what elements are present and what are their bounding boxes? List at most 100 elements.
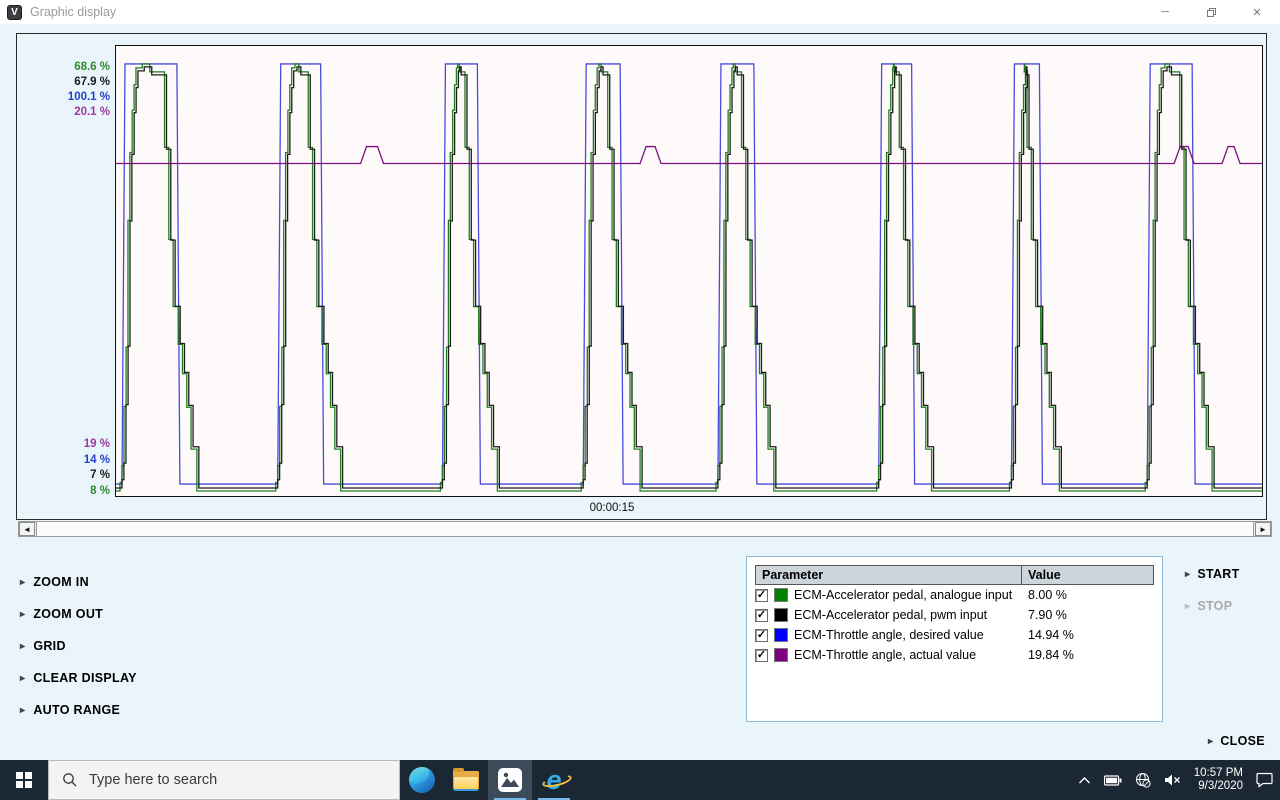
trace-color-swatch xyxy=(774,628,788,642)
table-header-row: Parameter Value xyxy=(755,565,1154,585)
start-button[interactable]: ▸ START xyxy=(1185,567,1240,581)
zoom-out-button[interactable]: ▸ ZOOM OUT xyxy=(20,598,137,630)
auto-range-label: AUTO RANGE xyxy=(33,703,121,717)
photos-app-icon xyxy=(498,768,522,792)
table-row: ✓ ECM-Accelerator pedal, analogue input … xyxy=(755,585,1154,605)
parameter-name: ECM-Accelerator pedal, pwm input xyxy=(794,608,988,622)
y-label: 7 % xyxy=(90,469,110,481)
y-label: 100.1 % xyxy=(67,91,110,103)
battery-icon[interactable] xyxy=(1103,774,1122,786)
taskbar-active-app-button[interactable] xyxy=(488,760,532,800)
trace-color-swatch xyxy=(774,588,788,602)
volume-muted-icon[interactable] xyxy=(1164,773,1181,787)
scroll-left-button[interactable]: ◄ xyxy=(19,522,35,536)
y-label: 8 % xyxy=(90,484,110,497)
trace-chart xyxy=(116,63,1262,492)
taskbar-edge-button[interactable] xyxy=(400,760,444,800)
menu-arrow-icon: ▸ xyxy=(1185,568,1191,580)
restore-icon xyxy=(1206,7,1216,17)
grid-button[interactable]: ▸ GRID xyxy=(20,630,137,662)
parameter-cell: ✓ ECM-Throttle angle, desired value xyxy=(755,628,1022,642)
parameter-cell: ✓ ECM-Throttle angle, actual value xyxy=(755,648,1022,662)
header-parameter: Parameter xyxy=(762,568,824,582)
menu-arrow-icon: ▸ xyxy=(20,672,26,684)
trace-checkbox[interactable]: ✓ xyxy=(755,608,768,622)
trace-checkbox[interactable]: ✓ xyxy=(755,648,768,662)
title-bar: V Graphic display ─ ✕ xyxy=(0,0,1280,24)
taskbar-file-explorer-button[interactable] xyxy=(444,760,488,800)
zoom-in-label: ZOOM IN xyxy=(33,575,89,589)
parameter-value: 7.90 % xyxy=(1028,608,1067,622)
taskbar-search-box[interactable] xyxy=(48,760,400,800)
stop-button-disabled: ▸ STOP xyxy=(1185,599,1232,613)
menu-arrow-icon: ▸ xyxy=(20,640,26,652)
table-row: ✓ ECM-Throttle angle, desired value 14.9… xyxy=(755,625,1154,645)
scroll-right-icon: ► xyxy=(1259,524,1267,534)
close-window-button[interactable]: ✕ xyxy=(1234,0,1280,24)
app-logo-icon: V xyxy=(7,4,22,20)
main-content: 68.6 % 67.9 % 100.1 % 20.1 % 19 % 14 % 7… xyxy=(0,24,1280,760)
scroll-right-button[interactable]: ► xyxy=(1255,522,1271,536)
scrollbar-thumb[interactable] xyxy=(36,522,1254,536)
y-label: 20.1 % xyxy=(74,106,110,118)
parameter-table: Parameter Value ✓ ECM-Accelerator pedal,… xyxy=(746,556,1163,722)
taskbar: e 10:57 PM 9/3/2020 xyxy=(0,760,1280,800)
parameter-name: ECM-Throttle angle, desired value xyxy=(794,628,984,642)
y-label: 67.9 % xyxy=(74,76,110,88)
start-menu-button[interactable] xyxy=(0,760,48,800)
tray-date: 9/3/2020 xyxy=(1198,780,1243,792)
chart-menu: ▸ ZOOM IN ▸ ZOOM OUT ▸ GRID ▸ CLEAR DISP… xyxy=(20,566,137,726)
menu-arrow-icon: ▸ xyxy=(20,576,26,588)
minimize-button[interactable]: ─ xyxy=(1142,0,1188,24)
table-row: ✓ ECM-Throttle angle, actual value 19.84… xyxy=(755,645,1154,665)
close-label: CLOSE xyxy=(1220,734,1265,748)
start-label: START xyxy=(1197,567,1240,581)
trace-line-1 xyxy=(116,63,1262,492)
zoom-in-button[interactable]: ▸ ZOOM IN xyxy=(20,566,137,598)
edge-browser-icon xyxy=(409,767,435,793)
grid-label: GRID xyxy=(33,639,66,653)
x-axis-time-label: 00:00:15 xyxy=(589,502,635,514)
tray-chevron-up-icon[interactable] xyxy=(1078,776,1091,785)
parameter-cell: ✓ ECM-Accelerator pedal, pwm input xyxy=(755,608,1022,622)
clear-display-button[interactable]: ▸ CLEAR DISPLAY xyxy=(20,662,137,694)
search-icon xyxy=(63,773,77,787)
menu-arrow-icon: ▸ xyxy=(20,608,26,620)
plot-area xyxy=(115,45,1263,497)
parameter-cell: ✓ ECM-Accelerator pedal, analogue input xyxy=(755,588,1022,602)
restore-button[interactable] xyxy=(1188,0,1234,24)
internet-explorer-icon: e xyxy=(541,767,574,794)
window-title: Graphic display xyxy=(30,5,117,19)
y-axis-max-labels: 68.6 % 67.9 % 100.1 % 20.1 % xyxy=(30,60,110,120)
trace-color-swatch xyxy=(774,648,788,662)
network-globe-no-internet-icon[interactable] xyxy=(1135,772,1151,788)
windows-logo-icon xyxy=(16,772,32,788)
search-input[interactable] xyxy=(89,772,369,788)
minimize-icon: ─ xyxy=(1161,6,1169,18)
scrollbar-track[interactable] xyxy=(35,522,1255,536)
y-label: 14 % xyxy=(83,453,110,466)
parameter-value: 14.94 % xyxy=(1028,628,1074,642)
trace-checkbox[interactable]: ✓ xyxy=(755,628,768,642)
zoom-out-label: ZOOM OUT xyxy=(33,607,104,621)
auto-range-button[interactable]: ▸ AUTO RANGE xyxy=(20,694,137,726)
parameter-name: ECM-Accelerator pedal, analogue input xyxy=(794,588,1013,602)
tray-clock[interactable]: 10:57 PM 9/3/2020 xyxy=(1194,767,1243,793)
parameter-value: 8.00 % xyxy=(1028,588,1067,602)
stop-label: STOP xyxy=(1197,599,1233,613)
y-axis-min-labels: 19 % 14 % 7 % 8 % xyxy=(30,437,110,499)
close-window-icon: ✕ xyxy=(1252,6,1262,19)
trace-checkbox[interactable]: ✓ xyxy=(755,588,768,602)
chart-horizontal-scrollbar[interactable]: ◄ ► xyxy=(18,521,1272,537)
header-value: Value xyxy=(1021,566,1153,584)
close-button[interactable]: ▸ CLOSE xyxy=(1208,734,1265,748)
action-center-icon[interactable] xyxy=(1256,772,1274,788)
taskbar-internet-explorer-button[interactable]: e xyxy=(532,760,576,800)
tray-time: 10:57 PM xyxy=(1193,767,1243,779)
y-label: 68.6 % xyxy=(74,61,110,73)
trace-color-swatch xyxy=(774,608,788,622)
scroll-left-icon: ◄ xyxy=(23,524,31,534)
menu-arrow-icon: ▸ xyxy=(20,704,26,716)
clear-display-label: CLEAR DISPLAY xyxy=(33,671,137,685)
menu-arrow-icon: ▸ xyxy=(1185,600,1191,612)
